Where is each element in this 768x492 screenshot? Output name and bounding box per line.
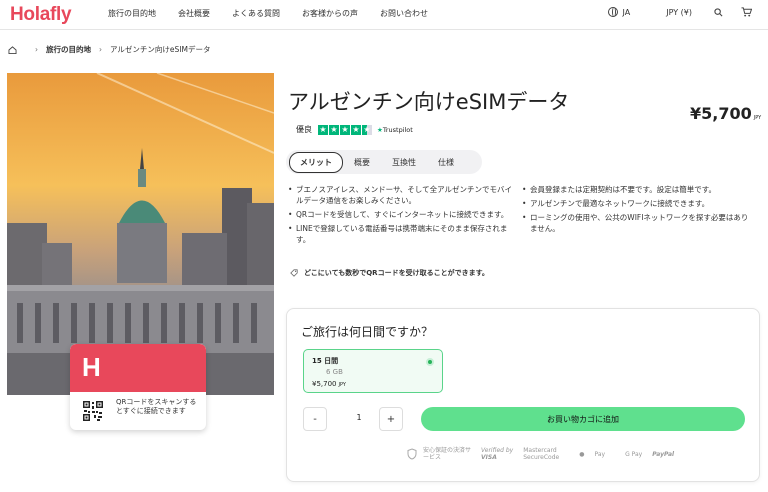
mastercard-text: Mastercard: [523, 447, 557, 454]
chevron-right-icon: ›: [99, 45, 102, 54]
star-icon: ★: [329, 124, 339, 135]
mastercard-securecode-logo: Mastercard SecureCode: [523, 447, 569, 461]
quantity-increment-button[interactable]: +: [379, 407, 403, 431]
plan-option-15-days[interactable]: 15 日間 6 GB ¥5,700 JPY: [303, 349, 443, 393]
plan-price-unit: JPY: [338, 382, 346, 388]
header-actions: JA JPY (¥): [607, 7, 752, 17]
breadcrumb: › 旅行の目的地 › アルゼンチン向けeSIMデータ: [8, 44, 210, 55]
add-to-cart-button[interactable]: お買い物カゴに追加: [421, 407, 745, 431]
apple-icon: ●: [579, 450, 585, 458]
visa-top-text: Verified by: [481, 447, 514, 454]
purchase-panel: ご旅行は何日間ですか？ 15 日間 6 GB ¥5,700 JPY - 1 + お…: [286, 308, 760, 482]
apple-pay-text: Pay: [594, 450, 606, 458]
benefits-list-right: 会員登録または定期契約は不要です。設定は簡単です。 アルゼンチンで最適なネットワ…: [522, 184, 754, 237]
quantity-decrement-button[interactable]: -: [303, 407, 327, 431]
plan-days: 15 日間: [312, 357, 339, 365]
price-unit: JPY: [753, 115, 762, 121]
secure-payment-label: 安心保証の決済サービス: [423, 447, 472, 461]
trustpilot-logo: ★Trustpilot: [377, 125, 413, 134]
google-pay-logo: G Pay: [625, 450, 643, 458]
plan-data: 6 GB: [326, 368, 343, 376]
trustpilot-label: Trustpilot: [382, 125, 413, 134]
star-icon: ★: [351, 124, 361, 135]
cart-icon[interactable]: [741, 7, 752, 17]
qr-code-icon: [82, 400, 104, 422]
plan-price-value: ¥5,700: [312, 380, 337, 388]
nav-faq[interactable]: よくある質問: [232, 8, 280, 19]
breadcrumb-destinations[interactable]: 旅行の目的地: [46, 44, 91, 55]
qr-promo-card: H QRコードをスキャンするとすぐに接続できます: [70, 344, 206, 430]
main-nav: 旅行の目的地 会社概要 よくある質問 お客様からの声 お問い合わせ: [108, 8, 450, 19]
paypal-logo: PayPal: [652, 451, 674, 458]
qr-delivery-note: どこにいても数秒でQRコードを受け取ることができます。: [290, 268, 489, 278]
nav-contact[interactable]: お問い合わせ: [380, 8, 428, 19]
trustpilot-rating[interactable]: 優良 ★ ★ ★ ★ ★ ★Trustpilot: [296, 124, 413, 135]
home-icon[interactable]: [8, 45, 17, 54]
plan-radio-selected[interactable]: [426, 358, 434, 366]
payment-methods: 安心保証の決済サービス Verified by VISA Mastercard Se…: [407, 447, 684, 461]
benefits-list-left: ブエノスアイレス、メンドーサ、そして全アルゼンチンでモバイルデータ通信をお楽しみ…: [288, 184, 516, 248]
star-icon: ★: [318, 124, 328, 135]
qr-promo-text: QRコードをスキャンするとすぐに接続できます: [116, 398, 197, 415]
nav-company[interactable]: 会社概要: [178, 8, 210, 19]
duration-question: ご旅行は何日間ですか？: [301, 325, 434, 339]
top-header: Holafly 旅行の目的地 会社概要 よくある質問 お客様からの声 お問い合わ…: [0, 0, 768, 30]
plan-price: ¥5,700 JPY: [312, 380, 346, 388]
star-half-icon: ★: [362, 124, 372, 135]
shield-icon: [407, 448, 417, 460]
list-item: LINEで登録している電話番号は携帯端末にそのまま保存されます。: [288, 223, 516, 245]
rating-label: 優良: [296, 125, 312, 134]
promo-card-header: H: [70, 344, 206, 392]
search-icon[interactable]: [714, 7, 723, 17]
paypal-text: PayPal: [652, 450, 675, 458]
chevron-right-icon: ›: [35, 45, 38, 54]
list-item: アルゼンチンで最適なネットワークに接続できます。: [522, 198, 754, 209]
holafly-logo[interactable]: Holafly: [10, 4, 72, 26]
visa-text: VISA: [481, 454, 497, 461]
apple-pay-logo: ● Pay: [579, 451, 615, 458]
tab-overview[interactable]: 概要: [343, 157, 381, 168]
rating-stars: ★ ★ ★ ★ ★: [318, 124, 373, 135]
quantity-value[interactable]: 1: [347, 413, 371, 422]
list-item: QRコードを受信して、すぐにインターネットに接続できます。: [288, 209, 516, 220]
currency-selector[interactable]: JPY (¥): [666, 8, 692, 17]
star-icon: ★: [340, 124, 350, 135]
product-tabs: メリット 概要 互換性 仕様: [286, 150, 482, 174]
tag-icon: [290, 269, 298, 277]
price-value: ¥5,700: [690, 104, 752, 123]
product-price: ¥5,700 JPY: [690, 104, 761, 123]
language-selector[interactable]: JA: [623, 8, 631, 17]
tab-benefits[interactable]: メリット: [289, 151, 343, 173]
nav-reviews[interactable]: お客様からの声: [302, 8, 358, 19]
note-text: どこにいても数秒でQRコードを受け取ることができます。: [304, 269, 489, 277]
nav-destinations[interactable]: 旅行の目的地: [108, 8, 156, 19]
list-item: 会員登録または定期契約は不要です。設定は簡単です。: [522, 184, 754, 195]
tab-compatibility[interactable]: 互換性: [381, 157, 427, 168]
securecode-text: SecureCode: [523, 454, 560, 461]
list-item: ブエノスアイレス、メンドーサ、そして全アルゼンチンでモバイルデータ通信をお楽しみ…: [288, 184, 516, 206]
breadcrumb-current: アルゼンチン向けeSIMデータ: [110, 45, 211, 54]
list-item: ローミングの使用や、公共のWIFIネットワークを探す必要はありません。: [522, 212, 754, 234]
page-title: アルゼンチン向けeSIMデータ: [288, 90, 570, 114]
holafly-h-logo: H: [82, 352, 101, 382]
globe-icon[interactable]: [607, 7, 618, 17]
verified-by-visa-logo: Verified by VISA: [481, 447, 513, 461]
tab-specs[interactable]: 仕様: [427, 157, 465, 168]
